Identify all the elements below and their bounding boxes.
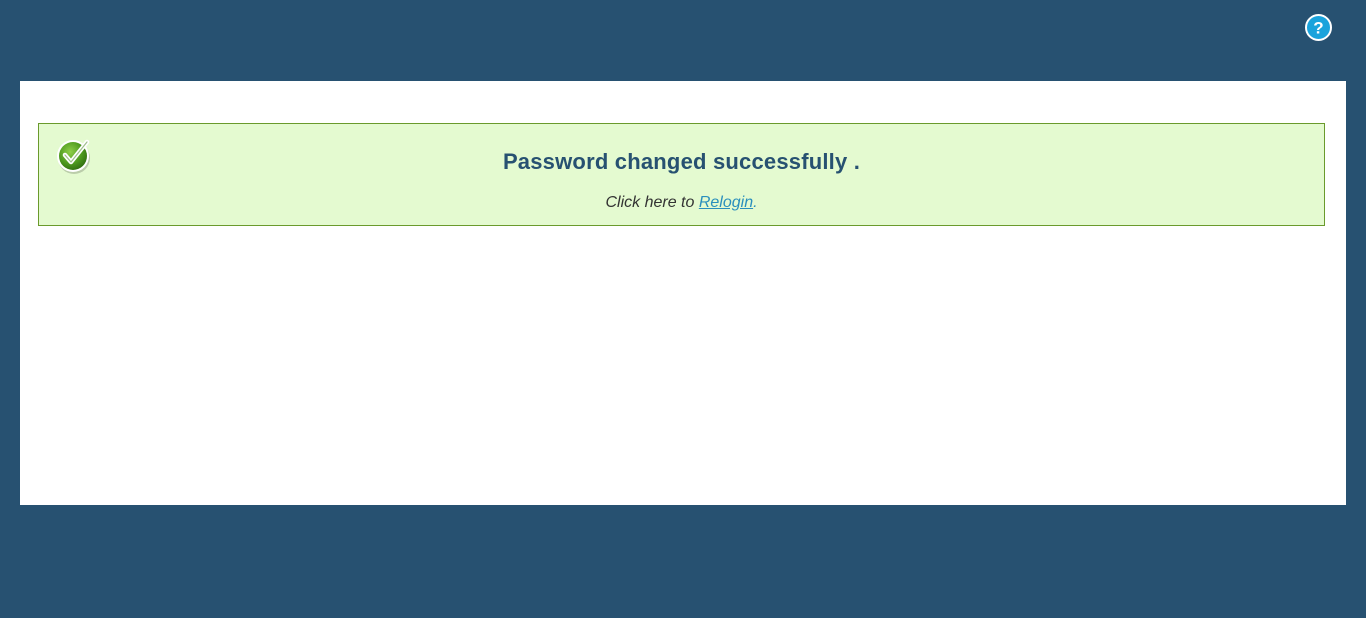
svg-text:?: ? — [1313, 19, 1323, 38]
success-message-box: Password changed successfully . Click he… — [38, 123, 1325, 226]
help-button[interactable]: ? — [1305, 14, 1332, 41]
prompt-text: Click here to — [605, 194, 699, 211]
success-title: Password changed successfully . — [502, 149, 861, 174]
relogin-link[interactable]: Relogin — [699, 194, 753, 211]
question-circle-icon: ? — [1305, 14, 1332, 41]
prompt-suffix: . — [753, 194, 758, 211]
relogin-prompt: Click here to Relogin. — [39, 194, 1324, 212]
content-panel: Password changed successfully . Click he… — [20, 81, 1346, 505]
